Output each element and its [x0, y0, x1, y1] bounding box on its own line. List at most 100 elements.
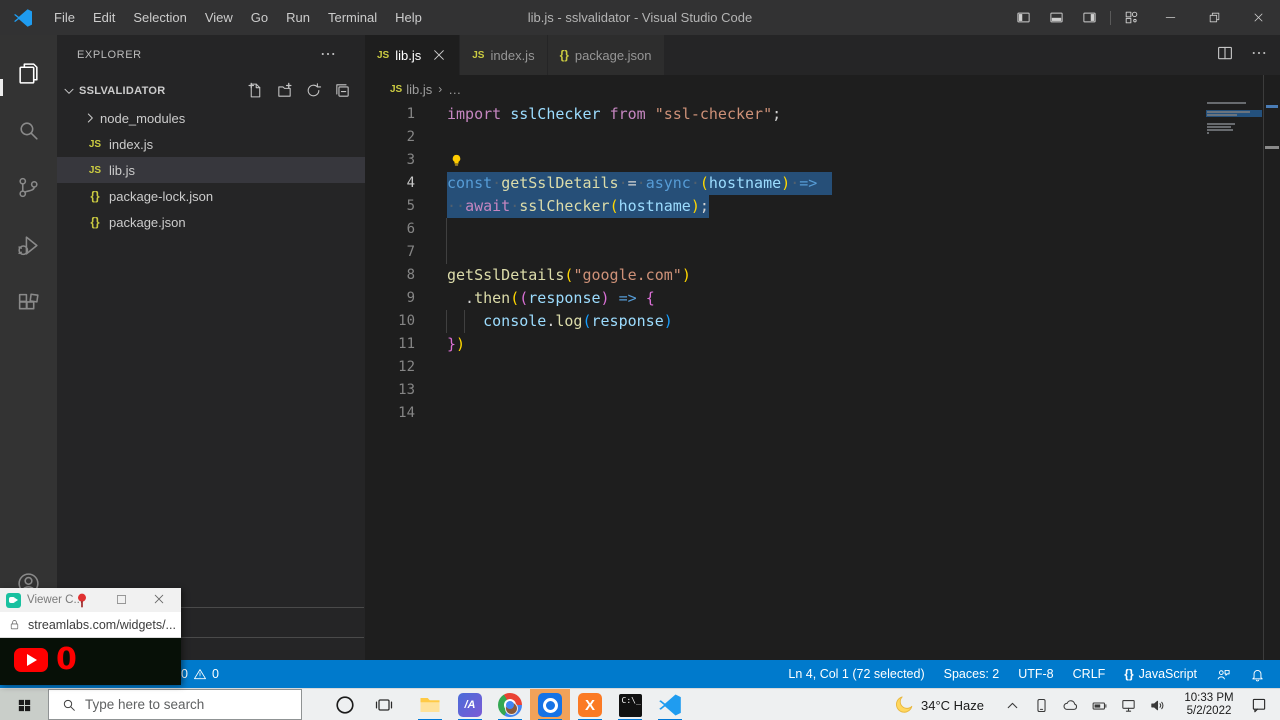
line-number[interactable]: 12 [365, 356, 415, 379]
line-number[interactable]: 10 [365, 310, 415, 333]
activity-extensions[interactable] [0, 283, 57, 323]
taskbar-app-xampp[interactable]: X [570, 689, 610, 720]
menu-edit[interactable]: Edit [84, 0, 124, 35]
layout-panel-icon[interactable] [1049, 10, 1064, 25]
status-encoding[interactable]: UTF-8 [1013, 667, 1058, 681]
network-icon[interactable] [1120, 697, 1137, 714]
file-index.js[interactable]: JSindex.js [57, 131, 365, 157]
editor-gutter[interactable]: 1234567891011121314 [365, 103, 415, 425]
file-node_modules[interactable]: node_modules [57, 105, 365, 131]
restore-button[interactable] [1192, 0, 1236, 35]
code-line[interactable]: import sslChecker from "ssl-checker"; [447, 103, 781, 126]
indent-guide [464, 310, 465, 333]
customize-layout-icon[interactable] [1124, 10, 1139, 25]
collapse-all-icon[interactable] [334, 82, 351, 99]
split-editor-icon[interactable] [1216, 44, 1234, 62]
close-tab-icon[interactable] [431, 47, 447, 63]
menu-view[interactable]: View [196, 0, 242, 35]
line-number[interactable]: 7 [365, 241, 415, 264]
line-number[interactable]: 5 [365, 195, 415, 218]
taskbar-clock[interactable]: 10:33 PM 5/2/2022 [1180, 692, 1238, 718]
line-number[interactable]: 8 [365, 264, 415, 287]
lock-icon [8, 618, 21, 631]
taskbar-app-cmd[interactable]: C:\_ [610, 689, 650, 720]
code-line[interactable]: }) [447, 333, 465, 356]
file-package.json[interactable]: {}package.json [57, 209, 365, 235]
menu-file[interactable]: File [45, 0, 84, 35]
refresh-icon[interactable] [305, 82, 322, 99]
breadcrumb-more[interactable]: … [448, 82, 461, 97]
file-lib.js[interactable]: JSlib.js [57, 157, 365, 183]
speaker-icon[interactable] [1149, 697, 1166, 714]
taskbar-app-file-explorer[interactable] [410, 689, 450, 720]
line-number[interactable]: 13 [365, 379, 415, 402]
menu-run[interactable]: Run [277, 0, 319, 35]
activity-search[interactable] [0, 110, 57, 150]
code-line[interactable]: const·getSslDetails·=·async·(hostname)·=… [447, 172, 832, 195]
line-number[interactable]: 9 [365, 287, 415, 310]
start-button[interactable] [0, 689, 48, 720]
taskbar-search[interactable]: Type here to search [48, 689, 302, 720]
tab-package.json[interactable]: {}package.json [548, 35, 665, 75]
breadcrumb-file[interactable]: lib.js [406, 82, 432, 97]
status-indentation[interactable]: Spaces: 2 [939, 667, 1005, 681]
tab-index.js[interactable]: JSindex.js [460, 35, 547, 75]
chevron-up-icon[interactable] [1004, 697, 1021, 714]
line-number[interactable]: 14 [365, 402, 415, 425]
close-button[interactable] [1236, 0, 1280, 35]
minimize-button[interactable] [1148, 0, 1192, 35]
activity-explorer[interactable] [0, 53, 57, 93]
activity-source-control[interactable] [0, 167, 57, 207]
status-eol[interactable]: CRLF [1068, 667, 1111, 681]
code-line[interactable]: ··await·sslChecker(hostname); [447, 195, 709, 218]
menu-help[interactable]: Help [386, 0, 431, 35]
line-number[interactable]: 2 [365, 126, 415, 149]
line-number[interactable]: 11 [365, 333, 415, 356]
code-line[interactable]: getSslDetails("google.com") [447, 264, 691, 287]
cloud-icon[interactable] [1062, 697, 1079, 714]
explorer-more-icon[interactable] [319, 45, 337, 63]
code-line[interactable]: .then((response) => { [447, 287, 655, 310]
line-number[interactable]: 4 [365, 172, 415, 195]
line-number[interactable]: 3 [365, 149, 415, 172]
action-center-icon[interactable] [1250, 696, 1268, 714]
layout-sidebar-right-icon[interactable] [1082, 10, 1097, 25]
weather-widget[interactable]: 34°C Haze [893, 694, 984, 716]
maximize-icon[interactable] [115, 593, 128, 606]
battery-icon[interactable] [1091, 697, 1108, 714]
window-shadow-line [181, 607, 364, 608]
file-package-lock.json[interactable]: {}package-lock.json [57, 183, 365, 209]
pin-icon[interactable] [74, 591, 90, 609]
activity-run-debug[interactable] [0, 225, 57, 265]
new-folder-icon[interactable] [276, 82, 293, 99]
file-label: package.json [109, 215, 186, 230]
lightbulb-icon[interactable] [449, 152, 464, 169]
editor-more-icon[interactable] [1250, 44, 1268, 62]
overlay-title-bar[interactable]: Viewer C... [0, 588, 181, 612]
overlay-address-bar[interactable]: streamlabs.com/widgets/... [0, 612, 181, 638]
status-feedback[interactable] [1211, 667, 1236, 682]
scrollbar-track[interactable] [1263, 75, 1264, 660]
status-cursor-position[interactable]: Ln 4, Col 1 (72 selected) [783, 667, 929, 681]
phone-icon[interactable] [1033, 697, 1050, 714]
taskbar-app-chrome[interactable] [490, 689, 530, 720]
taskbar-app-app-ia[interactable]: /A [450, 689, 490, 720]
status-language-mode[interactable]: {}JavaScript [1119, 667, 1202, 681]
taskbar-app-vscode[interactable] [650, 689, 690, 720]
menu-selection[interactable]: Selection [124, 0, 195, 35]
menu-terminal[interactable]: Terminal [319, 0, 386, 35]
taskbar-app-streamlabs[interactable] [530, 689, 570, 720]
menu-go[interactable]: Go [242, 0, 277, 35]
close-icon[interactable] [152, 592, 166, 606]
new-file-icon[interactable] [247, 82, 264, 99]
status-notifications[interactable] [1245, 667, 1270, 682]
cortana-icon[interactable] [334, 694, 356, 716]
layout-sidebar-left-icon[interactable] [1016, 10, 1031, 25]
code-line[interactable]: console.log(response) [447, 310, 673, 333]
line-number[interactable]: 6 [365, 218, 415, 241]
task-view-icon[interactable] [374, 695, 394, 715]
breadcrumb[interactable]: JS lib.js › … [365, 75, 1280, 103]
minimap[interactable] [1206, 101, 1262, 221]
line-number[interactable]: 1 [365, 103, 415, 126]
tab-lib.js[interactable]: JSlib.js [365, 35, 460, 75]
